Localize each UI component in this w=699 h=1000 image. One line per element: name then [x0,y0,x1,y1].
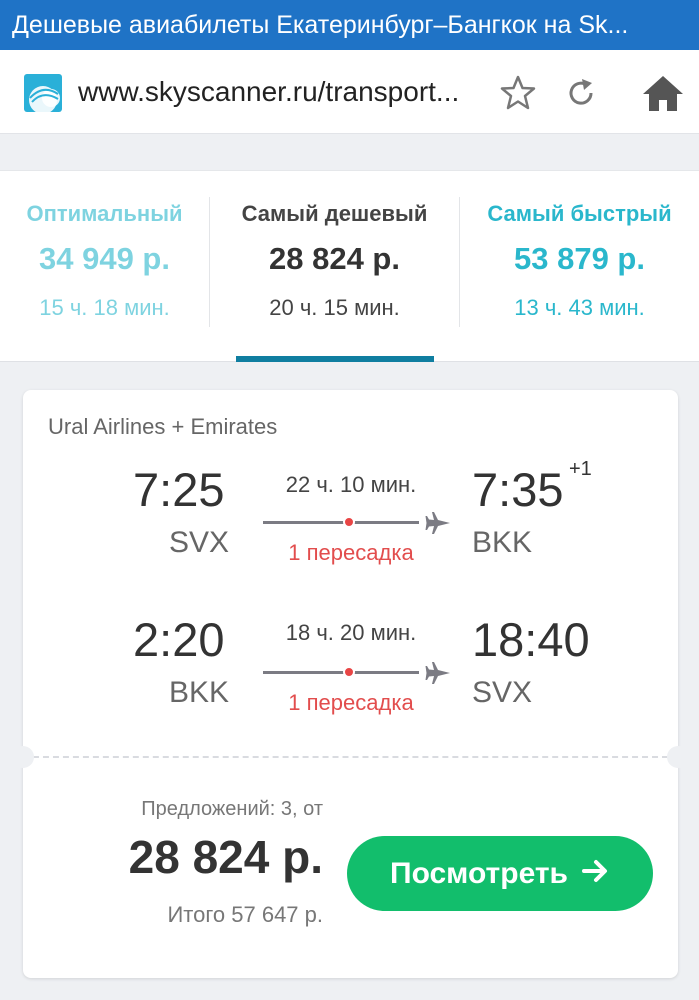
inbound-route-line [263,671,419,674]
tab-duration: 13 ч. 43 мин. [514,295,645,320]
arrow-right-icon [582,857,610,891]
view-button-label: Посмотреть [390,856,568,890]
tab-duration: 15 ч. 18 мин. [39,295,170,320]
ticket-notch [12,746,34,768]
tab-fastest[interactable]: Самый быстрый 53 879 р. 13 ч. 43 мин. [460,171,699,363]
skyscanner-cloud-icon [24,74,62,112]
inbound-departure-code: BKK [169,676,230,709]
outbound-arrival-code: BKK [472,526,533,559]
inbound-stops: 1 пересадка [288,690,414,715]
outbound-route-line [263,521,419,524]
inbound-departure-time: 2:20 [133,613,225,666]
tab-price: 34 949 р. [39,241,170,276]
tab-title: Самый дешевый [241,201,428,226]
price: 28 824 р. [128,831,323,883]
inbound-duration: 18 ч. 20 мин. [285,620,417,645]
url-field[interactable]: www.skyscanner.ru/transport... [78,50,483,134]
view-button[interactable]: Посмотреть [347,836,653,911]
plane-icon [425,660,451,686]
stop-dot [343,666,355,678]
total-price: Итого 57 647 р. [167,902,323,927]
outbound-departure-code: SVX [169,526,230,559]
ticket-notch [667,746,689,768]
active-tab-indicator [236,356,434,362]
outbound-departure-time: 7:25 [133,463,225,516]
tab-optimal[interactable]: Оптимальный 34 949 р. 15 ч. 18 мин. [0,171,209,363]
inbound-arrival-time: 18:40 [472,613,590,666]
stop-dot [343,516,355,528]
tab-title: Самый быстрый [487,201,672,226]
plane-icon [425,510,451,536]
inbound-arrival-code: SVX [472,676,533,709]
tab-price: 53 879 р. [514,241,645,276]
page-title-bar: Дешевые авиабилеты Екатеринбург–Бангкок … [0,0,699,50]
flight-result-card[interactable]: Ural Airlines + Emirates 7:25 SVX 22 ч. … [12,390,689,978]
outbound-stops: 1 пересадка [288,540,414,565]
ticket-divider [23,756,678,758]
tab-title: Оптимальный [26,201,183,226]
airline-name: Ural Airlines + Emirates [48,414,278,439]
tab-cheapest[interactable]: Самый дешевый 28 824 р. 20 ч. 15 мин. [210,171,459,363]
offers-count: Предложений: 3, от [141,798,323,820]
browser-url-bar: www.skyscanner.ru/transport... [0,50,699,134]
star-icon[interactable] [493,68,543,118]
reload-icon[interactable] [556,68,606,118]
tab-duration: 20 ч. 15 мин. [269,295,400,320]
outbound-duration: 22 ч. 10 мин. [285,472,417,497]
tab-price: 28 824 р. [269,241,400,276]
outbound-arrival-time: 7:35 [472,463,564,516]
home-icon[interactable] [638,68,688,118]
sort-tabs: Оптимальный 34 949 р. 15 ч. 18 мин. Самы… [0,170,699,362]
next-day-badge: +1 [569,458,592,480]
